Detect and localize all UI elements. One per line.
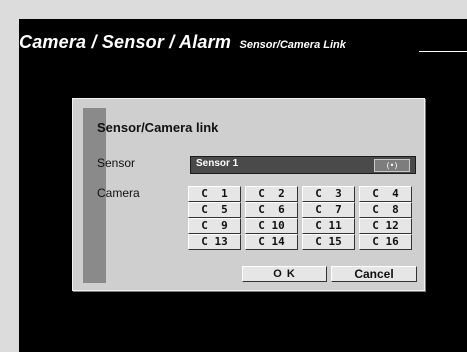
- camera-button-5[interactable]: C 5: [188, 202, 241, 218]
- dialog-title: Sensor/Camera link: [97, 120, 219, 135]
- sensor-signal-icon[interactable]: (•): [374, 159, 410, 172]
- camera-button-13[interactable]: C 13: [188, 234, 241, 250]
- camera-grid: C 1 C 2 C 3 C 4 C 5 C 6 C 7 C 8 C 9 C 10…: [188, 186, 412, 250]
- ok-button[interactable]: O K: [242, 266, 327, 282]
- camera-button-10[interactable]: C 10: [245, 218, 298, 234]
- camera-button-7[interactable]: C 7: [302, 202, 355, 218]
- camera-button-11[interactable]: C 11: [302, 218, 355, 234]
- camera-button-9[interactable]: C 9: [188, 218, 241, 234]
- camera-button-4[interactable]: C 4: [359, 186, 412, 202]
- sensor-value: Sensor 1: [196, 158, 239, 169]
- camera-button-16[interactable]: C 16: [359, 234, 412, 250]
- page-subtitle: Sensor/Camera Link: [239, 39, 346, 51]
- camera-button-3[interactable]: C 3: [302, 186, 355, 202]
- cancel-button[interactable]: Cancel: [331, 266, 417, 282]
- camera-button-12[interactable]: C 12: [359, 218, 412, 234]
- menu-header: Camera / Sensor / Alarm Sensor/Camera Li…: [19, 32, 346, 53]
- camera-button-2[interactable]: C 2: [245, 186, 298, 202]
- osd-screen: Camera / Sensor / Alarm Sensor/Camera Li…: [19, 19, 467, 352]
- camera-button-8[interactable]: C 8: [359, 202, 412, 218]
- camera-button-6[interactable]: C 6: [245, 202, 298, 218]
- sensor-select[interactable]: Sensor 1 (•): [190, 156, 416, 174]
- sensor-camera-link-dialog: Sensor/Camera link Sensor Sensor 1 (•) C…: [72, 98, 425, 291]
- camera-button-14[interactable]: C 14: [245, 234, 298, 250]
- sensor-label: Sensor: [97, 156, 136, 170]
- camera-label: Camera: [97, 186, 140, 200]
- page-title: Camera / Sensor / Alarm: [19, 32, 232, 52]
- camera-button-1[interactable]: C 1: [188, 186, 241, 202]
- camera-button-15[interactable]: C 15: [302, 234, 355, 250]
